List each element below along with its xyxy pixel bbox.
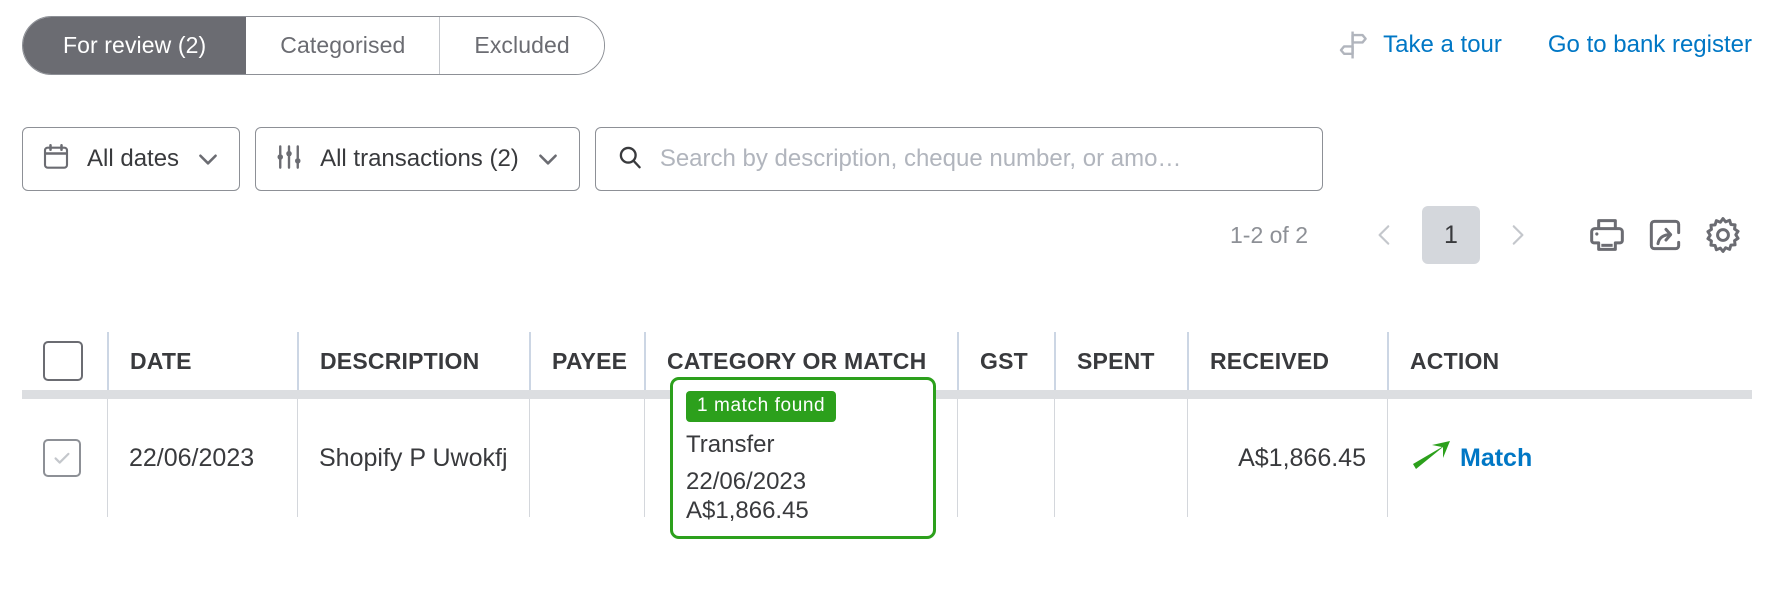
date-filter-label: All dates bbox=[87, 145, 180, 172]
tab-for-review-label: For review (2) bbox=[63, 32, 207, 58]
gear-icon[interactable] bbox=[1694, 206, 1752, 264]
search-icon bbox=[616, 143, 644, 176]
cell-description: Shopify P Uwokfj bbox=[297, 399, 529, 517]
column-header-action[interactable]: ACTION bbox=[1387, 332, 1752, 390]
search-placeholder: Search by description, cheque number, or… bbox=[659, 145, 1182, 172]
signpost-icon bbox=[1337, 28, 1371, 62]
print-icon[interactable] bbox=[1578, 206, 1636, 264]
tab-for-review[interactable]: For review (2) bbox=[23, 17, 247, 74]
transactions-table: DATE DESCRIPTION PAYEE CATEGORY OR MATCH… bbox=[22, 330, 1752, 540]
column-header-spent[interactable]: SPENT bbox=[1054, 332, 1187, 390]
cell-category-or-match[interactable]: 1 match found Transfer 22/06/2023 A$1,86… bbox=[644, 376, 957, 540]
column-header-gst[interactable]: GST bbox=[957, 332, 1054, 390]
search-input[interactable]: Search by description, cheque number, or… bbox=[594, 127, 1323, 191]
take-a-tour-link[interactable]: Take a tour bbox=[1337, 28, 1502, 62]
pagination-range: 1-2 of 2 bbox=[1230, 221, 1308, 248]
bank-register-label: Go to bank register bbox=[1547, 31, 1752, 58]
cell-received: A$1,866.45 bbox=[1187, 399, 1387, 517]
pagination-next-button[interactable] bbox=[1494, 212, 1540, 258]
pagination-bar: 1-2 of 2 1 bbox=[1230, 206, 1752, 264]
pagination-page-1[interactable]: 1 bbox=[1422, 206, 1480, 264]
match-action-link[interactable]: Match bbox=[1460, 444, 1532, 473]
filter-bar: All dates All transactions (2) Search by… bbox=[22, 127, 1323, 191]
select-all-checkbox[interactable] bbox=[43, 341, 83, 381]
row-checkbox[interactable] bbox=[43, 439, 81, 477]
select-all-checkbox-cell bbox=[22, 332, 107, 390]
column-header-received[interactable]: RECEIVED bbox=[1187, 332, 1387, 390]
cell-payee bbox=[529, 399, 644, 517]
tab-categorised[interactable]: Categorised bbox=[246, 17, 441, 74]
match-detail: 22/06/2023 A$1,866.45 bbox=[686, 467, 809, 525]
pagination-prev-button[interactable] bbox=[1362, 212, 1408, 258]
column-header-description[interactable]: DESCRIPTION bbox=[297, 332, 529, 390]
tab-excluded-label: Excluded bbox=[474, 32, 570, 58]
cell-action: Match bbox=[1387, 399, 1752, 517]
match-card[interactable]: 1 match found Transfer 22/06/2023 A$1,86… bbox=[670, 376, 936, 540]
transaction-filter-dropdown[interactable]: All transactions (2) bbox=[255, 127, 580, 191]
date-filter-dropdown[interactable]: All dates bbox=[22, 127, 241, 191]
row-select-cell bbox=[22, 399, 107, 517]
chevron-down-icon bbox=[195, 146, 221, 172]
cell-date: 22/06/2023 bbox=[107, 399, 297, 517]
column-header-payee[interactable]: PAYEE bbox=[529, 332, 644, 390]
cell-spent bbox=[1054, 399, 1187, 517]
green-arrow-icon bbox=[1409, 438, 1453, 479]
bank-register-link[interactable]: Go to bank register bbox=[1548, 31, 1752, 59]
tab-excluded[interactable]: Excluded bbox=[440, 17, 604, 74]
table-row[interactable]: 22/06/2023 Shopify P Uwokfj 1 match foun… bbox=[22, 376, 1752, 540]
calendar-icon bbox=[41, 142, 71, 177]
column-header-date[interactable]: DATE bbox=[107, 332, 297, 390]
chevron-down-icon bbox=[535, 146, 561, 172]
transaction-filter-label: All transactions (2) bbox=[320, 145, 519, 172]
cell-gst bbox=[957, 399, 1054, 517]
match-found-badge: 1 match found bbox=[686, 390, 837, 422]
match-type: Transfer bbox=[686, 430, 775, 458]
view-tabs: For review (2) Categorised Excluded bbox=[22, 16, 605, 75]
export-icon[interactable] bbox=[1636, 206, 1694, 264]
top-actions: Take a tour Go to bank register bbox=[1337, 28, 1752, 62]
take-a-tour-label: Take a tour bbox=[1383, 31, 1502, 58]
tab-categorised-label: Categorised bbox=[280, 32, 406, 58]
sliders-icon bbox=[274, 142, 304, 177]
